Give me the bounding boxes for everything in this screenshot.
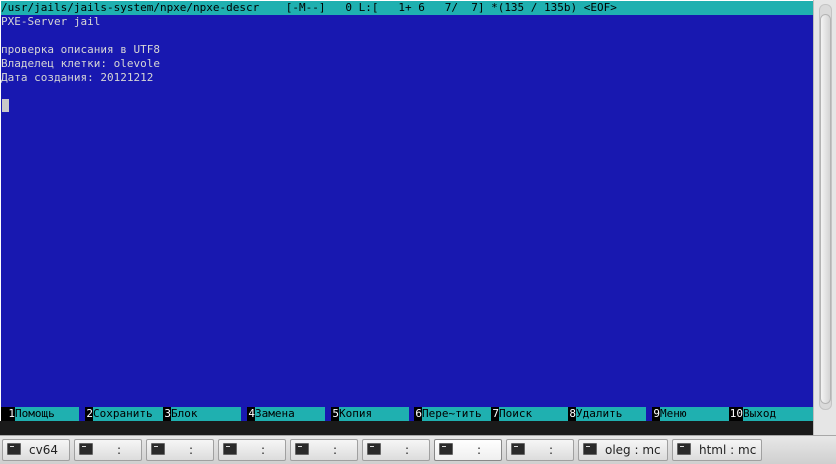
editor-line-3[interactable]: проверка описания в UTF8: [1, 43, 160, 57]
fkey-help[interactable]: 1 Помощь: [1, 407, 85, 421]
terminal-icon: [511, 443, 525, 455]
fkey-number: 9: [652, 407, 660, 421]
session-tab-bar: cv64 : : : : : : : oleg : mc html : mc: [0, 435, 836, 464]
session-tab[interactable]: :: [74, 439, 142, 461]
session-tab-label: cv64: [29, 443, 58, 457]
fkey-label: Удалить: [576, 407, 646, 421]
terminal-icon: [439, 443, 453, 455]
terminal-icon: [151, 443, 165, 455]
editor-line-4[interactable]: Владелец клетки: olevole: [1, 57, 160, 71]
fkey-replace[interactable]: 4 Замена: [247, 407, 331, 421]
session-tab-cv64[interactable]: cv64: [2, 439, 70, 461]
fkey-copy[interactable]: 5 Копия: [331, 407, 415, 421]
fkey-label: Копия: [339, 407, 409, 421]
fkey-label: Меню: [660, 407, 730, 421]
fkey-save[interactable]: 2 Сохранить: [85, 407, 169, 421]
session-tab-label: :: [189, 443, 194, 457]
text-cursor: [2, 99, 9, 112]
mc-editor[interactable]: /usr/jails/jails-system/npxe/npxe-descr …: [1, 1, 813, 421]
fkey-delete[interactable]: 8 Удалить: [568, 407, 652, 421]
fkey-block[interactable]: 3 Блок: [163, 407, 247, 421]
fkey-label: Помощь: [15, 407, 79, 421]
fkey-number: 3: [163, 407, 171, 421]
fkey-label: Блок: [171, 407, 241, 421]
terminal-icon: [79, 443, 93, 455]
editor-line-1[interactable]: PXE-Server jail: [1, 15, 100, 29]
fkey-label: Пере~тить: [422, 407, 492, 421]
session-tab-label: :: [261, 443, 266, 457]
terminal-icon: [295, 443, 309, 455]
fkey-move[interactable]: 6 Пере~тить: [414, 407, 498, 421]
session-tab[interactable]: :: [506, 439, 574, 461]
session-tab-label: :: [477, 443, 482, 457]
editor-line-5[interactable]: Дата создания: 20121212: [1, 71, 153, 85]
session-tab-html-mc[interactable]: html : mc: [672, 439, 762, 461]
fkey-search[interactable]: 7 Поиск: [491, 407, 575, 421]
session-tab-label: :: [117, 443, 122, 457]
scrollbar-thumb[interactable]: [820, 14, 831, 404]
session-tab[interactable]: :: [218, 439, 286, 461]
terminal-icon: [367, 443, 381, 455]
terminal-icon: [677, 443, 691, 455]
editor-status-line: /usr/jails/jails-system/npxe/npxe-descr …: [1, 1, 813, 15]
fkey-number: 6: [414, 407, 422, 421]
fkey-number: 5: [331, 407, 339, 421]
fkey-label: Выход: [743, 407, 813, 421]
terminal-scrollbar[interactable]: [813, 0, 836, 435]
fkey-number: 10: [729, 407, 743, 421]
terminal-icon: [7, 443, 21, 455]
fkey-label: Поиск: [499, 407, 569, 421]
fkey-menu[interactable]: 9 Меню: [652, 407, 736, 421]
terminal-icon: [583, 443, 597, 455]
session-tab-label: :: [405, 443, 410, 457]
fkey-label: Замена: [255, 407, 325, 421]
session-tab-oleg-mc[interactable]: oleg : mc: [578, 439, 668, 461]
session-tab[interactable]: :: [146, 439, 214, 461]
fkey-number: 1: [1, 407, 15, 421]
function-key-bar: 1 Помощь 2 Сохранить 3 Блок 4 Замена 5 К…: [1, 407, 813, 421]
fkey-number: 8: [568, 407, 576, 421]
session-tab-active[interactable]: :: [434, 439, 502, 461]
terminal-icon: [223, 443, 237, 455]
fkey-number: 7: [491, 407, 499, 421]
session-tab-label: html : mc: [699, 443, 757, 457]
fkey-number: 4: [247, 407, 255, 421]
fkey-quit[interactable]: 10 Выход: [729, 407, 813, 421]
terminal-window[interactable]: /usr/jails/jails-system/npxe/npxe-descr …: [0, 0, 836, 435]
terminal-bottom-padding: [0, 421, 813, 435]
session-tab[interactable]: :: [362, 439, 430, 461]
fkey-number: 2: [85, 407, 93, 421]
session-tab-label: :: [549, 443, 554, 457]
session-tab-label: :: [333, 443, 338, 457]
fkey-label: Сохранить: [93, 407, 163, 421]
session-tab[interactable]: :: [290, 439, 358, 461]
session-tab-label: oleg : mc: [605, 443, 661, 457]
